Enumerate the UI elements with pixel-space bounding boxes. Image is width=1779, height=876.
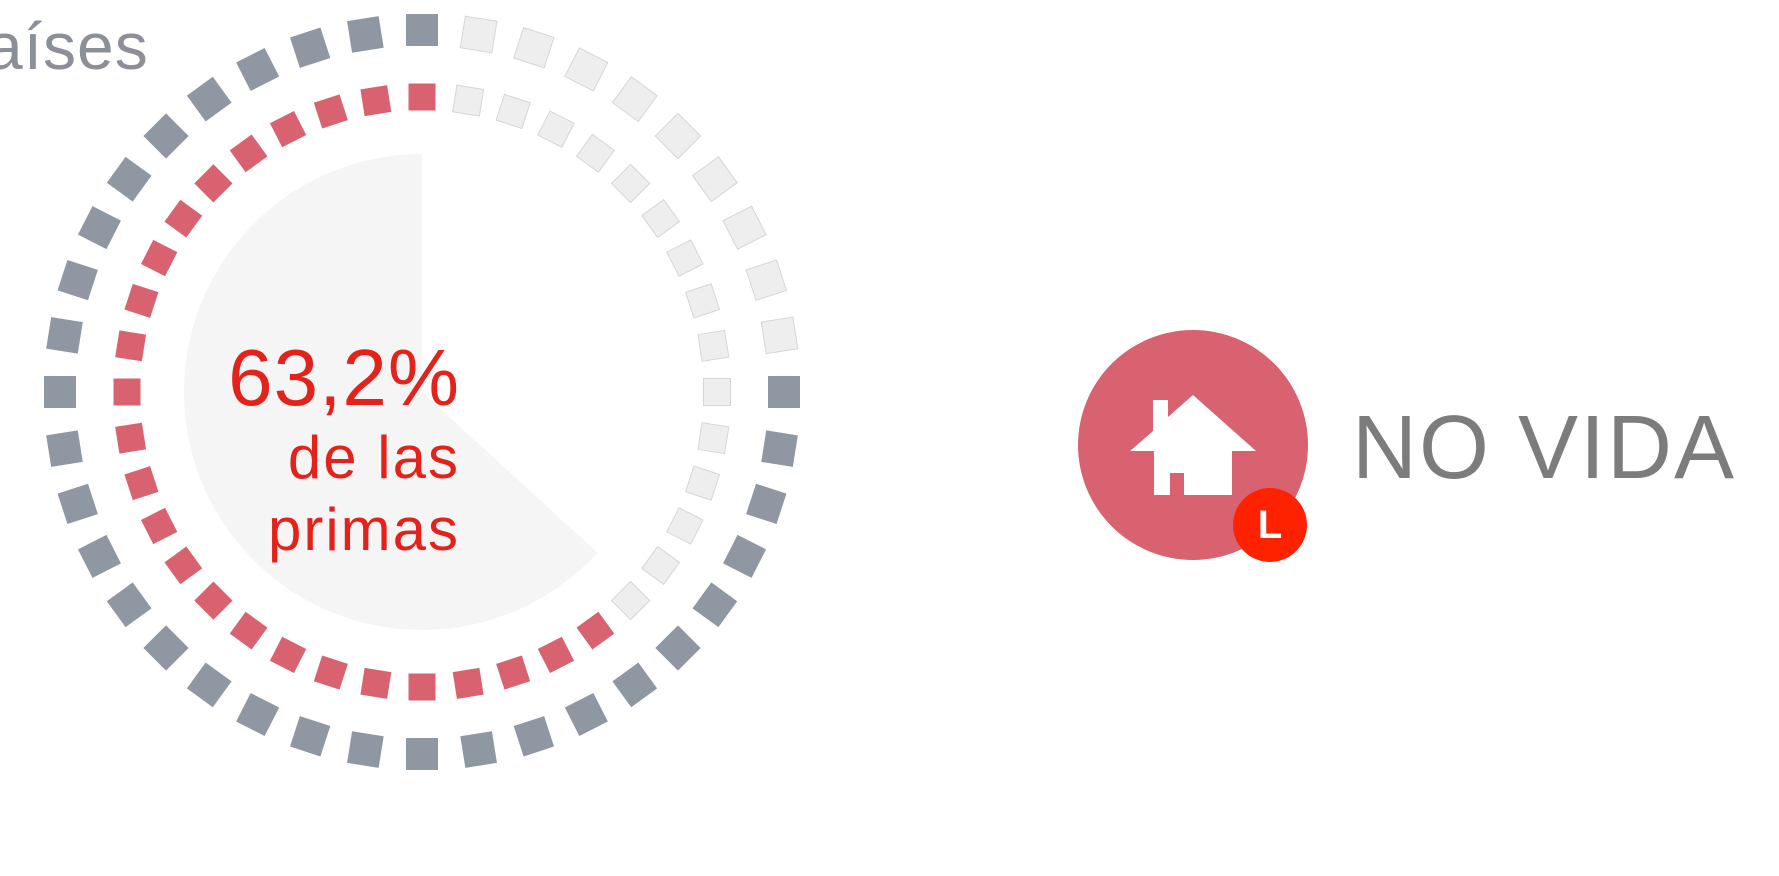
inner-ring-segment-1 bbox=[408, 83, 436, 111]
inner-ring-segment-5 bbox=[229, 134, 268, 173]
percent-value-label: 63,2% bbox=[228, 333, 460, 422]
outer-ring-segment-38 bbox=[564, 47, 609, 92]
outer-ring-segment-27 bbox=[692, 582, 738, 628]
inner-ring-segment-12 bbox=[115, 422, 147, 454]
outer-ring-segment-11 bbox=[44, 376, 76, 408]
inner-ring-segment-24 bbox=[537, 636, 575, 674]
outer-ring-segment-3 bbox=[289, 27, 331, 68]
outer-ring-segment-6 bbox=[143, 113, 189, 159]
inner-ring-segment-7 bbox=[164, 199, 203, 238]
outer-ring-segment-36 bbox=[654, 112, 702, 160]
outer-ring-segment-2 bbox=[347, 16, 384, 53]
category-badge-group: L bbox=[1078, 330, 1318, 570]
outer-ring-segment-33 bbox=[745, 259, 788, 301]
inner-ring-segment-22 bbox=[452, 667, 484, 699]
inner-ring-segment-30 bbox=[697, 422, 730, 455]
outer-ring-segment-18 bbox=[236, 693, 280, 737]
outer-ring-segment-5 bbox=[186, 76, 232, 122]
inner-ring-segment-13 bbox=[124, 466, 159, 501]
category-label: NO VIDA bbox=[1352, 398, 1737, 498]
inner-ring-segment-38 bbox=[537, 110, 575, 148]
inner-ring-segment-27 bbox=[641, 545, 681, 585]
inner-ring-segment-16 bbox=[194, 581, 233, 620]
inner-ring-segment-9 bbox=[124, 283, 159, 318]
inner-ring-segment-17 bbox=[229, 611, 268, 650]
sublabel-line-1: de las bbox=[287, 424, 460, 491]
outer-ring-segment-22 bbox=[460, 731, 497, 768]
outer-ring-segment-10 bbox=[46, 317, 83, 354]
outer-ring-segment-21 bbox=[406, 738, 438, 770]
outer-ring-segment-34 bbox=[722, 205, 767, 250]
inner-ring-segment-25 bbox=[576, 611, 615, 650]
inner-ring-segment-19 bbox=[313, 655, 348, 690]
outer-ring-segment-7 bbox=[106, 156, 152, 202]
inner-ring-segment-3 bbox=[313, 94, 348, 129]
inner-ring-segment-26 bbox=[610, 580, 651, 621]
inner-ring-segment-14 bbox=[140, 507, 178, 545]
outer-ring-segment-20 bbox=[347, 731, 384, 768]
outer-ring-segment-30 bbox=[761, 430, 798, 467]
outer-ring-segment-17 bbox=[186, 662, 232, 708]
outer-ring-segment-32 bbox=[760, 316, 799, 355]
outer-ring-segment-19 bbox=[289, 716, 331, 757]
outer-ring-segment-15 bbox=[106, 582, 152, 628]
outer-ring-segment-23 bbox=[513, 716, 555, 757]
inner-ring-segment-35 bbox=[641, 199, 681, 239]
outer-ring-segment-39 bbox=[513, 26, 555, 69]
outer-ring-segment-12 bbox=[46, 430, 83, 467]
inner-ring-segment-31 bbox=[703, 378, 731, 406]
inner-ring-segment-39 bbox=[495, 93, 531, 130]
outer-ring-segment-24 bbox=[564, 693, 608, 737]
outer-ring-segment-28 bbox=[723, 534, 767, 578]
outer-ring-segment-37 bbox=[611, 76, 658, 123]
outer-ring-segment-16 bbox=[143, 625, 189, 671]
inner-ring-segment-40 bbox=[452, 84, 485, 117]
outer-ring-segment-26 bbox=[655, 625, 701, 671]
outer-ring-segment-14 bbox=[77, 534, 121, 578]
inner-ring-segment-32 bbox=[697, 329, 730, 362]
inner-ring-segment-15 bbox=[164, 546, 203, 585]
category-badge: L bbox=[1233, 488, 1307, 562]
outer-ring-segment-13 bbox=[57, 483, 98, 525]
inner-ring-segment-8 bbox=[140, 239, 178, 277]
outer-ring-segment-25 bbox=[612, 662, 658, 708]
outer-ring-segment-9 bbox=[57, 259, 98, 301]
inner-ring-segment-29 bbox=[684, 465, 721, 501]
outer-ring-segment-29 bbox=[746, 483, 787, 525]
inner-ring-segment-33 bbox=[684, 283, 721, 319]
radial-ring-chart bbox=[44, 14, 800, 770]
sublabel-line-2: primas bbox=[267, 496, 460, 563]
house-icon bbox=[1130, 395, 1256, 495]
outer-ring-segment-40 bbox=[459, 15, 498, 54]
inner-ring-segment-21 bbox=[408, 673, 436, 701]
inner-ring-segment-10 bbox=[115, 330, 147, 362]
outer-ring-segment-31 bbox=[768, 376, 800, 408]
inner-ring-segment-28 bbox=[666, 507, 704, 545]
inner-ring-segment-4 bbox=[269, 110, 307, 148]
inner-ring-segment-37 bbox=[575, 133, 615, 173]
inner-ring-segment-23 bbox=[496, 655, 531, 690]
inner-ring-segment-18 bbox=[269, 636, 307, 674]
inner-ring-segment-6 bbox=[194, 164, 233, 203]
outer-ring-segment-4 bbox=[236, 47, 280, 91]
outer-ring-segment-8 bbox=[77, 206, 121, 250]
outer-ring-segment-1 bbox=[406, 14, 438, 46]
inner-ring-segment-36 bbox=[610, 163, 651, 204]
inner-ring-segment-2 bbox=[360, 85, 392, 117]
outer-ring-segment-35 bbox=[691, 156, 738, 203]
inner-ring-segment-11 bbox=[113, 378, 141, 406]
inner-ring-segment-34 bbox=[666, 239, 704, 277]
inner-ring-segment-20 bbox=[360, 667, 392, 699]
